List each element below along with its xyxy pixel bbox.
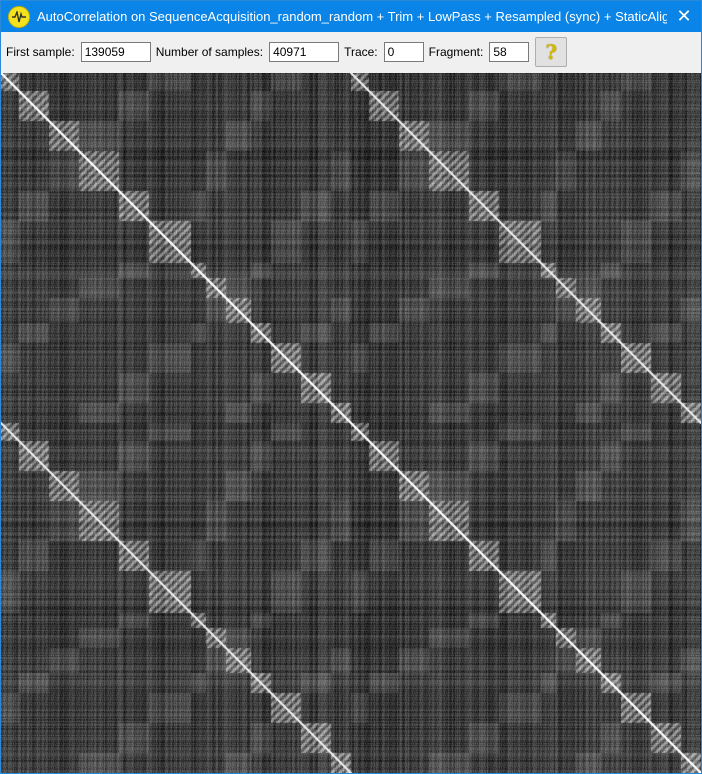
close-icon: ✕ xyxy=(676,6,692,26)
close-button[interactable]: ✕ xyxy=(667,1,701,32)
num-samples-label: Number of samples: xyxy=(155,45,264,59)
toolbar: First sample: Number of samples: Trace: … xyxy=(1,32,701,72)
question-mark-icon: ? xyxy=(545,40,558,64)
trace-input[interactable] xyxy=(383,42,424,62)
autocorrelation-heatmap[interactable] xyxy=(1,73,701,773)
title-bar[interactable]: AutoCorrelation on SequenceAcquisition_r… xyxy=(1,1,701,32)
help-button[interactable]: ? xyxy=(535,37,568,67)
autocorrelation-window: AutoCorrelation on SequenceAcquisition_r… xyxy=(0,0,702,774)
window-title: AutoCorrelation on SequenceAcquisition_r… xyxy=(37,9,667,24)
num-samples-input[interactable] xyxy=(269,42,340,62)
first-sample-label: First sample: xyxy=(6,45,75,59)
waveform-icon xyxy=(8,5,30,28)
heatmap-canvas[interactable] xyxy=(1,73,701,773)
first-sample-input[interactable] xyxy=(80,42,151,62)
fragment-label: Fragment: xyxy=(428,45,484,59)
fragment-input[interactable] xyxy=(489,42,530,62)
trace-label: Trace: xyxy=(344,45,378,59)
